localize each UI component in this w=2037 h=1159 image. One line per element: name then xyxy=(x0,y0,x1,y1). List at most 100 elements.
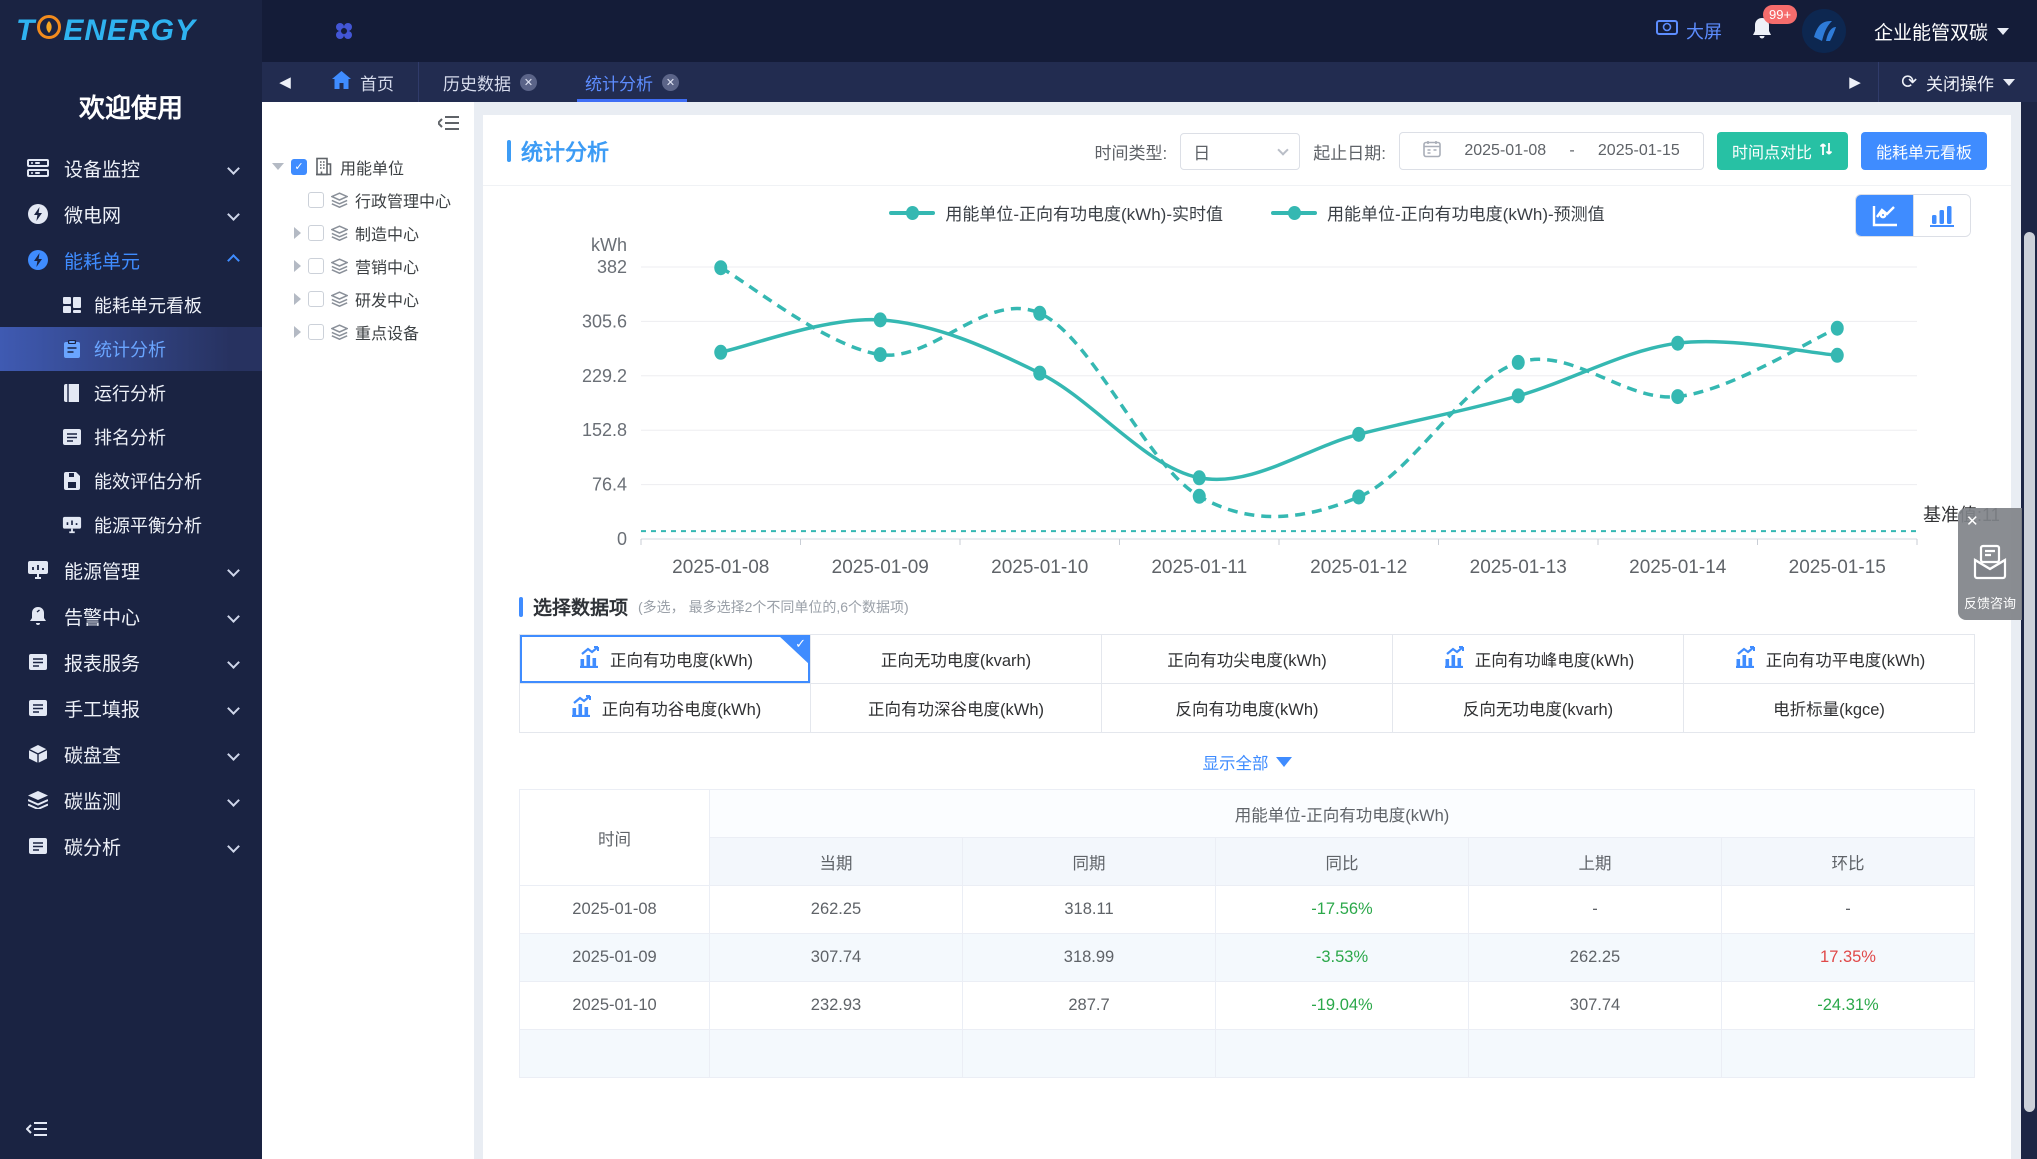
layers-icon xyxy=(331,323,348,340)
sidebar-item-carbon-monitor[interactable]: 碳监测 xyxy=(0,777,262,823)
sidebar-subitem-label: 能耗单元看板 xyxy=(94,296,202,316)
tree-node-key-devices[interactable]: 重点设备 xyxy=(272,315,464,348)
data-item-coal-equivalent[interactable]: 电折标量(kgce) xyxy=(1684,684,1975,733)
time-point-compare-button[interactable]: 时间点对比 xyxy=(1716,132,1848,170)
tree-node-root[interactable]: ✓ 用能单位 xyxy=(272,150,464,183)
org-name: 企业能管双碳 xyxy=(1873,22,1988,44)
big-screen-link[interactable]: 大屏 xyxy=(1655,18,1722,44)
sidebar-item-microgrid[interactable]: 微电网 xyxy=(0,191,262,237)
sidebar-item-manual-fill[interactable]: 手工填报 xyxy=(0,685,262,731)
tree-collapse-caret-icon[interactable] xyxy=(294,226,301,239)
table-row: 2025-01-09 307.74 318.99 -3.53% 262.25 17.35% xyxy=(519,933,1975,982)
sidebar-subitem-rank-analysis[interactable]: 排名分析 xyxy=(0,415,262,459)
apps-grid-icon[interactable] xyxy=(332,19,356,43)
sidebar-subitem-energy-balance[interactable]: 能源平衡分析 xyxy=(0,503,262,547)
bolt-icon xyxy=(26,202,50,226)
time-type-select[interactable]: 日 xyxy=(1180,132,1301,170)
layers-icon xyxy=(331,290,348,307)
layers-icon xyxy=(331,191,348,208)
trend-chart-icon xyxy=(1733,645,1757,673)
data-item-rev-active[interactable]: 反向有功电度(kWh) xyxy=(1102,684,1393,733)
svg-text:kWh: kWh xyxy=(591,235,627,255)
sidebar-item-energy-unit[interactable]: 能耗单元 xyxy=(0,237,262,283)
close-tab-icon[interactable]: ✕ xyxy=(520,73,537,91)
bar-chart-button[interactable] xyxy=(1913,195,1970,236)
title-accent-bar xyxy=(507,140,511,162)
date-end: 2025-01-15 xyxy=(1597,142,1680,159)
data-item-fwd-active-flat[interactable]: 正向有功平电度(kWh) xyxy=(1684,635,1975,684)
sidebar-subitem-label: 统计分析 xyxy=(94,340,166,360)
data-item-fwd-active-deep-valley[interactable]: 正向有功深谷电度(kWh) xyxy=(811,684,1102,733)
sidebar-collapse-button[interactable] xyxy=(0,1103,262,1159)
tree-collapse-caret-icon[interactable] xyxy=(294,325,301,338)
legend-item-realtime[interactable]: 用能单位-正向有功电度(kWh)-实时值 xyxy=(889,200,1223,225)
data-item-fwd-active-valley[interactable]: 正向有功谷电度(kWh) xyxy=(520,684,811,733)
tree-node-admin-center[interactable]: 行政管理中心 xyxy=(272,183,464,216)
sidebar-item-energy-mgmt[interactable]: 能源管理 xyxy=(0,547,262,593)
checkbox-unchecked[interactable] xyxy=(308,290,324,307)
line-chart: 382 305.6 229.2 152.8 76.4 0 kWh 2025-01-08 2025… xyxy=(582,235,1999,578)
panel-header: 统计分析 时间类型: 日 起止日期: 2025-01-08 - 2025-01-… xyxy=(483,115,2011,185)
tree-node-marketing-center[interactable]: 营销中心 xyxy=(272,249,464,282)
org-switcher[interactable]: 企业能管双碳 xyxy=(1874,18,2009,45)
section-note: (多选， 最多选择2个不同单位的,6个数据项) xyxy=(638,598,909,615)
tabs-forward-arrow[interactable]: ▶ xyxy=(1832,62,1878,102)
bell-icon xyxy=(26,604,50,628)
close-icon[interactable]: ✕ xyxy=(1966,512,1979,530)
tree-expand-caret-icon[interactable] xyxy=(272,163,284,170)
line-chart-button[interactable] xyxy=(1856,195,1913,236)
sidebar-item-label: 能耗单元 xyxy=(64,251,141,273)
tree-node-label: 重点设备 xyxy=(355,325,420,343)
checkbox-unchecked[interactable] xyxy=(308,323,324,340)
unit-board-button[interactable]: 能耗单元看板 xyxy=(1860,132,1987,170)
data-item-rev-reactive[interactable]: 反向无功电度(kvarh) xyxy=(1393,684,1684,733)
cell-value: 262.25 xyxy=(709,885,963,934)
sidebar-item-label: 碳盘查 xyxy=(64,745,122,767)
checkbox-unchecked[interactable] xyxy=(308,257,324,274)
svg-text:2025-01-11: 2025-01-11 xyxy=(1151,557,1247,578)
sidebar-subitem-label: 能效评估分析 xyxy=(94,472,202,492)
tree-collapse-caret-icon[interactable] xyxy=(294,292,301,305)
close-operations-dropdown[interactable]: ⟳ 关闭操作 xyxy=(1878,62,2037,102)
show-all-link[interactable]: 显示全部 xyxy=(519,733,1975,789)
tree-node-label: 用能单位 xyxy=(340,160,405,178)
checkbox-checked[interactable]: ✓ xyxy=(291,158,307,175)
legend-item-forecast[interactable]: 用能单位-正向有功电度(kWh)-预测值 xyxy=(1271,200,1605,225)
tab-home-label: 首页 xyxy=(360,74,394,94)
close-tab-icon[interactable]: ✕ xyxy=(662,73,679,91)
date-range-picker[interactable]: 2025-01-08 - 2025-01-15 xyxy=(1398,132,1704,170)
sidebar-item-carbon-inventory[interactable]: 碳盘查 xyxy=(0,731,262,777)
sidebar-item-device-monitor[interactable]: 设备监控 xyxy=(0,145,262,191)
data-item-fwd-active-peak[interactable]: 正向有功峰电度(kWh) xyxy=(1393,635,1684,684)
sidebar-subitem-stat-analysis[interactable]: 统计分析 xyxy=(0,327,262,371)
tree-node-manufacture-center[interactable]: 制造中心 xyxy=(272,216,464,249)
cell-value: 287.7 xyxy=(962,981,1216,1030)
tab-history-data[interactable]: 历史数据 ✕ xyxy=(418,62,561,102)
sidebar-subitem-run-analysis[interactable]: 运行分析 xyxy=(0,371,262,415)
data-item-fwd-active[interactable]: 正向有功电度(kWh) ✓ xyxy=(520,635,811,684)
tab-home[interactable]: 首页 xyxy=(308,62,418,102)
sidebar-item-alarm-center[interactable]: 告警中心 xyxy=(0,593,262,639)
refresh-icon[interactable]: ⟳ xyxy=(1901,71,1917,94)
sidebar-item-report-service[interactable]: 报表服务 xyxy=(0,639,262,685)
tree-node-rd-center[interactable]: 研发中心 xyxy=(272,282,464,315)
tab-stat-analysis[interactable]: 统计分析 ✕ xyxy=(561,62,703,102)
notifications-button[interactable]: 99+ xyxy=(1750,4,1798,47)
tree-collapse-icon[interactable] xyxy=(436,115,460,136)
avatar[interactable] xyxy=(1801,9,1846,53)
tabs-back-arrow[interactable]: ◀ xyxy=(262,62,308,102)
checkbox-unchecked[interactable] xyxy=(308,191,324,208)
sidebar-subitem-unit-board[interactable]: 能耗单元看板 xyxy=(0,283,262,327)
sidebar-item-carbon-analysis[interactable]: 碳分析 xyxy=(0,823,262,869)
cell-value: -17.56% xyxy=(1215,885,1469,934)
tree-collapse-caret-icon[interactable] xyxy=(294,259,301,272)
data-item-fwd-reactive[interactable]: 正向无功电度(kvarh) xyxy=(811,635,1102,684)
scrollbar-thumb[interactable] xyxy=(2024,232,2035,1112)
chevron-down-icon xyxy=(2003,78,2015,86)
chart-section: 用能单位-正向有功电度(kWh)-实时值 用能单位-正向有功电度(kWh)-预测… xyxy=(483,186,2011,587)
sidebar-item-label: 手工填报 xyxy=(64,699,141,721)
checkbox-unchecked[interactable] xyxy=(308,224,324,241)
sidebar-subitem-efficiency-eval[interactable]: 能效评估分析 xyxy=(0,459,262,503)
feedback-widget[interactable]: ✕ 反馈咨询 xyxy=(1958,508,2022,620)
data-item-fwd-active-sharp[interactable]: 正向有功尖电度(kWh) xyxy=(1102,635,1393,684)
